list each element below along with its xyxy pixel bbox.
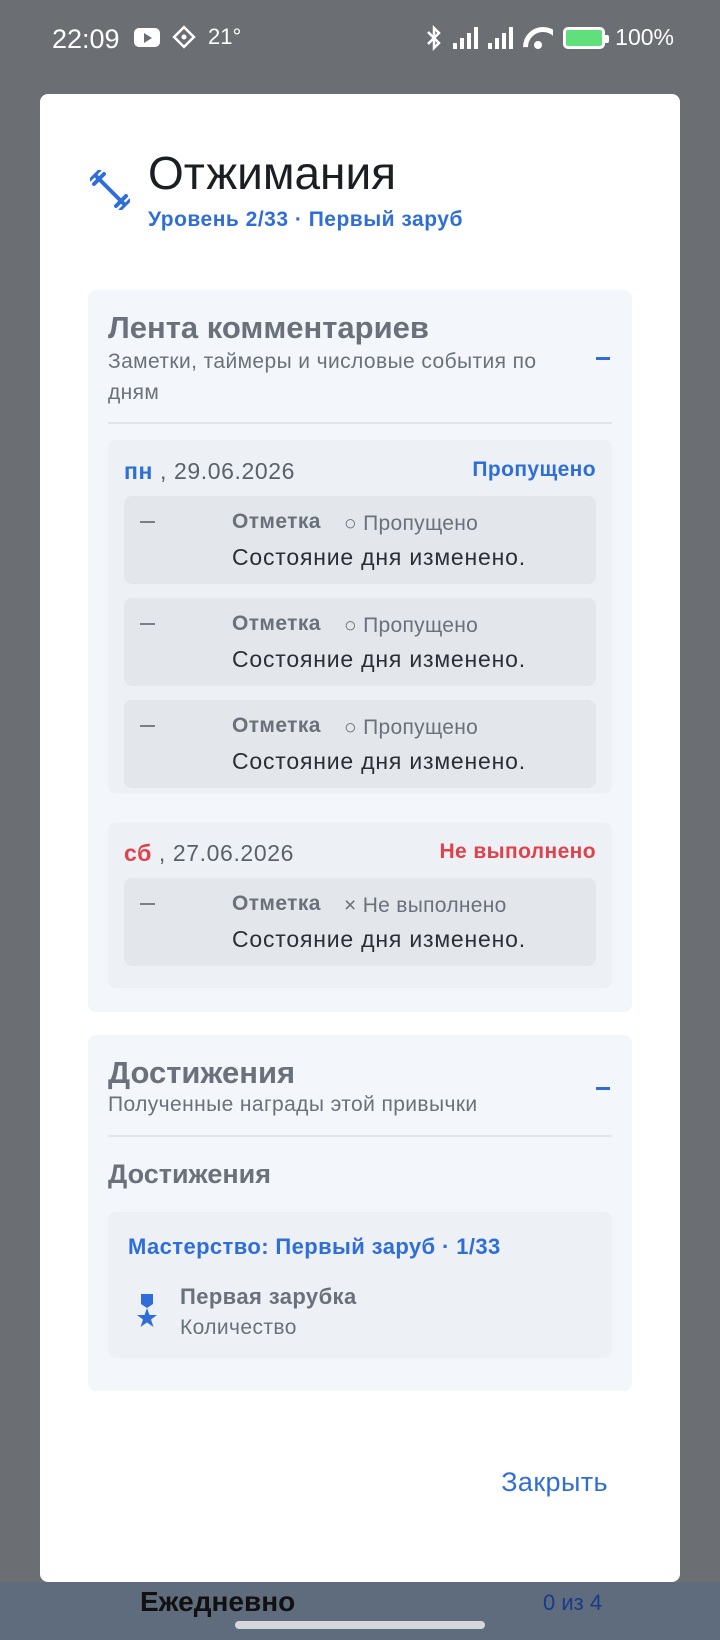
day-status: Пропущено	[472, 458, 596, 481]
status-time: 22:09	[52, 24, 120, 54]
achievement-meta: Количество	[180, 1316, 297, 1339]
dialog-title: Отжимания	[148, 147, 397, 199]
comment-entry[interactable]: Отметка ○ Пропущено Состояние дня измене…	[124, 496, 596, 584]
dash-icon	[140, 903, 155, 905]
dash-icon	[140, 725, 155, 727]
entry-mark: × Не выполнено	[344, 894, 507, 917]
achievement-card-title: Мастерство: Первый заруб · 1/33	[128, 1234, 501, 1259]
day-header: сб , 27.06.2026	[124, 840, 294, 867]
habit-dialog: Отжимания Уровень 2/33 · Первый заруб Ле…	[40, 94, 680, 1582]
comments-description: Заметки, таймеры и числовые события по д…	[108, 350, 537, 404]
achievement-card[interactable]: Мастерство: Первый заруб · 1/33 Первая з…	[108, 1212, 612, 1358]
youtube-icon	[134, 27, 160, 47]
comments-panel: Лента комментариев Заметки, таймеры и чи…	[88, 290, 632, 1012]
comments-collapse-button[interactable]	[596, 357, 610, 360]
close-button[interactable]: Закрыть	[501, 1467, 608, 1498]
entry-mark: ○ Пропущено	[344, 614, 479, 637]
entry-label: Отметка	[232, 714, 321, 737]
achievements-collapse-button[interactable]	[596, 1087, 610, 1090]
day-group: пн , 29.06.2026 Пропущено Отметка ○ Проп…	[108, 440, 612, 794]
dash-icon	[140, 521, 155, 523]
background-bottom-count: 0 из 4	[543, 1590, 603, 1615]
day-weekday: сб	[124, 840, 152, 866]
home-indicator[interactable]	[235, 1621, 485, 1629]
day-date: , 29.06.2026	[159, 458, 296, 484]
dash-icon	[140, 623, 155, 625]
day-date: , 27.06.2026	[158, 840, 294, 866]
entry-mark: ○ Пропущено	[344, 716, 479, 739]
entry-text: Состояние дня изменено.	[232, 926, 526, 952]
comment-entry[interactable]: Отметка × Не выполнено Состояние дня изм…	[124, 878, 596, 966]
divider	[108, 422, 612, 424]
wifi-icon	[523, 27, 553, 49]
background-bottom-bar	[0, 1582, 720, 1640]
day-weekday: пн	[124, 458, 153, 484]
status-bar: 22:09 21° 100%	[0, 0, 720, 80]
comment-entry[interactable]: Отметка ○ Пропущено Состояние дня измене…	[124, 598, 596, 686]
app-icon	[172, 25, 196, 49]
battery-percent: 100%	[615, 24, 674, 50]
medal-icon	[137, 1294, 157, 1327]
entry-text: Состояние дня изменено.	[232, 748, 526, 774]
achievement-name: Первая зарубка	[180, 1284, 357, 1309]
entry-label: Отметка	[232, 892, 321, 915]
dumbbell-icon	[90, 170, 130, 210]
entry-text: Состояние дня изменено.	[232, 646, 526, 672]
signal-icon	[488, 26, 514, 49]
background-bottom-label: Ежедневно	[140, 1586, 296, 1617]
bluetooth-icon	[427, 24, 441, 51]
day-group: сб , 27.06.2026 Не выполнено Отметка × Н…	[108, 822, 612, 988]
comments-title: Лента комментариев	[108, 310, 429, 345]
entry-text: Состояние дня изменено.	[232, 544, 526, 570]
dialog-subtitle: Уровень 2/33 · Первый заруб	[148, 208, 463, 231]
achievements-description: Полученные награды этой привычки	[108, 1093, 478, 1116]
achievements-panel: Достижения Полученные награды этой привы…	[88, 1035, 632, 1391]
divider	[108, 1135, 612, 1137]
entry-label: Отметка	[232, 612, 321, 635]
battery-charging-icon	[563, 26, 610, 49]
entry-mark: ○ Пропущено	[344, 512, 479, 535]
comment-entry[interactable]: Отметка ○ Пропущено Состояние дня измене…	[124, 700, 596, 788]
status-temperature: 21°	[208, 24, 242, 49]
signal-icon	[453, 26, 479, 49]
achievements-title: Достижения	[108, 1055, 296, 1090]
day-status: Не выполнено	[439, 840, 596, 863]
achievements-subheading: Достижения	[108, 1159, 272, 1189]
day-header: пн , 29.06.2026	[124, 458, 295, 485]
entry-label: Отметка	[232, 510, 321, 533]
